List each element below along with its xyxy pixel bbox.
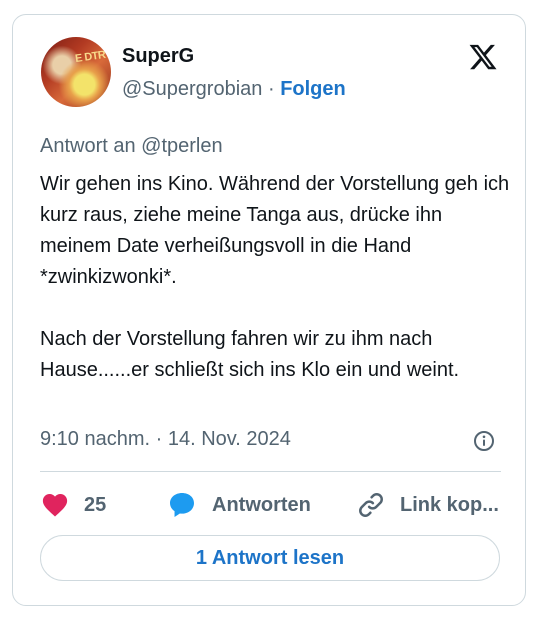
reply-to-label[interactable]: Antwort an @tperlen	[40, 135, 223, 158]
avatar-graphic: E DTR	[74, 48, 107, 66]
action-bar: 25 Antworten Link kop...	[40, 489, 510, 521]
reply-bubble-icon	[170, 493, 194, 517]
info-icon[interactable]	[472, 429, 496, 453]
author-name[interactable]: SuperG	[122, 45, 194, 68]
x-logo-icon[interactable]	[466, 42, 500, 72]
embedded-tweet-card: E DTR SuperG @Supergrobian · Folgen Antw…	[12, 14, 526, 606]
like-button[interactable]: 25	[40, 489, 106, 521]
handle-row: @Supergrobian · Folgen	[122, 78, 346, 101]
tweet-text: Wir gehen ins Kino. Während der Vorstell…	[40, 173, 510, 381]
heart-icon	[42, 494, 68, 517]
follow-link[interactable]: Folgen	[280, 78, 346, 100]
avatar[interactable]: E DTR	[41, 37, 111, 107]
tweet-timestamp[interactable]: 9:10 nachm. · 14. Nov. 2024	[40, 428, 291, 451]
reply-button[interactable]: Antworten	[166, 489, 311, 521]
read-replies-button[interactable]: 1 Antwort lesen	[40, 535, 500, 581]
copy-link-button[interactable]: Link kop...	[356, 489, 499, 521]
reply-label: Antworten	[212, 493, 311, 516]
divider	[40, 471, 501, 472]
author-handle[interactable]: @Supergrobian	[122, 78, 262, 100]
link-icon	[359, 493, 383, 517]
copy-link-label: Link kop...	[400, 493, 499, 516]
like-count: 25	[84, 493, 107, 516]
separator-dot: ·	[267, 78, 275, 100]
